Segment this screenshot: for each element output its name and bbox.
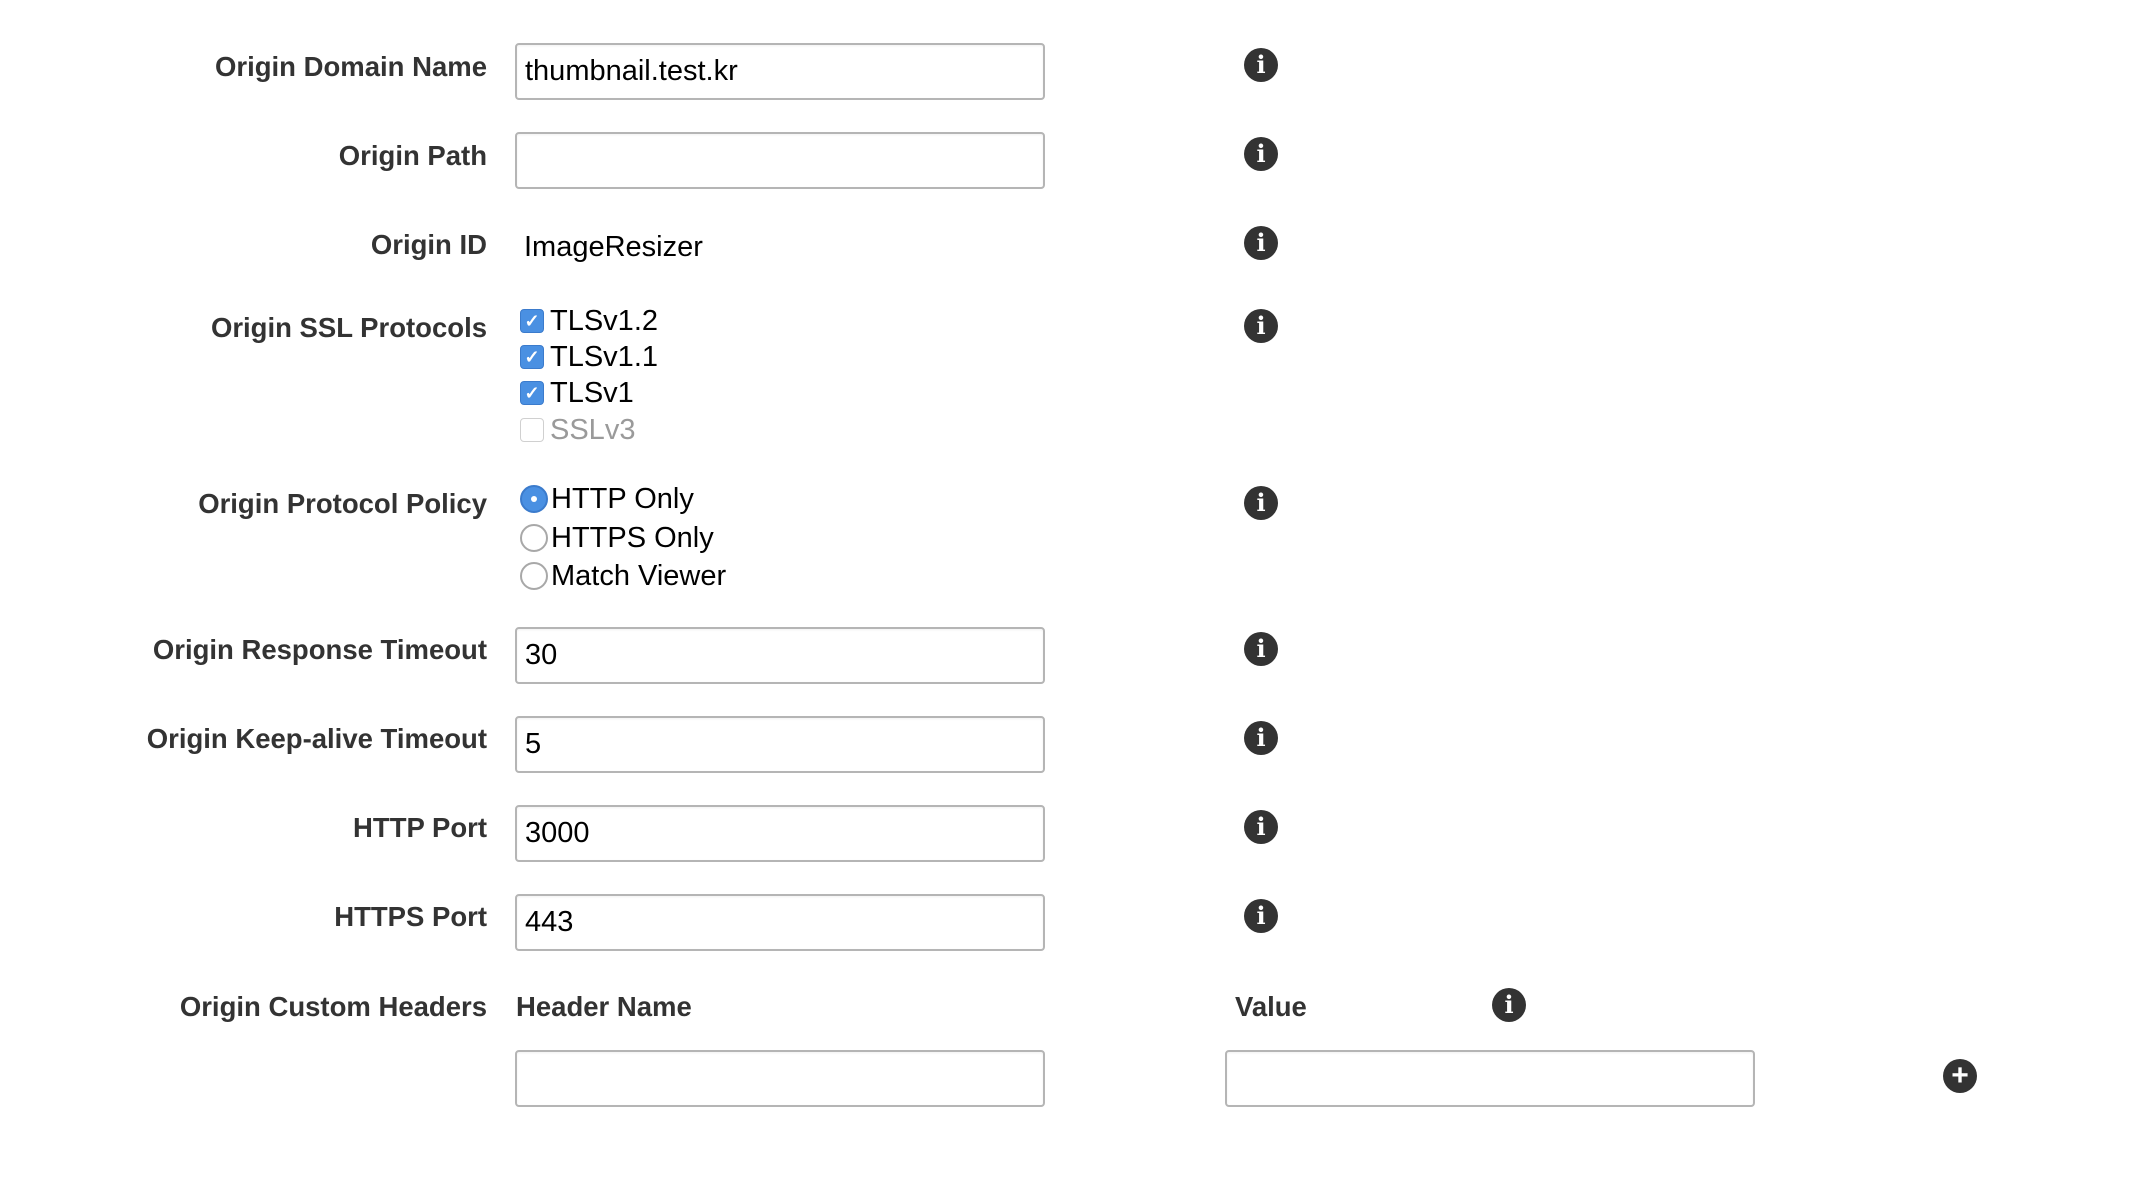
ssl-option-tlsv1[interactable]: ✓ TLSv1 <box>520 376 634 410</box>
origin-path-label: Origin Path <box>338 140 487 171</box>
checkbox-tlsv1-2[interactable]: ✓ <box>520 309 544 333</box>
custom-header-name-input[interactable] <box>515 1050 1045 1107</box>
radio-http-only[interactable] <box>520 485 548 513</box>
origin-response-timeout-input[interactable] <box>515 627 1045 684</box>
info-icon[interactable]: i <box>1244 226 1278 260</box>
policy-option-https-only[interactable]: HTTPS Only <box>520 521 714 555</box>
info-icon[interactable]: i <box>1244 810 1278 844</box>
info-icon[interactable]: i <box>1244 309 1278 343</box>
origin-keepalive-timeout-input[interactable] <box>515 716 1045 773</box>
origin-path-input[interactable] <box>515 132 1045 189</box>
origin-response-timeout-label: Origin Response Timeout <box>152 634 487 665</box>
https-port-input[interactable] <box>515 894 1045 951</box>
ssl-option-tlsv1-1[interactable]: ✓ TLSv1.1 <box>520 340 658 374</box>
origin-keepalive-timeout-label: Origin Keep-alive Timeout <box>146 723 487 754</box>
policy-option-label: HTTP Only <box>551 483 694 515</box>
ssl-option-tlsv1-2[interactable]: ✓ TLSv1.2 <box>520 304 658 338</box>
info-icon[interactable]: i <box>1244 48 1278 82</box>
ssl-option-label: TLSv1.2 <box>550 305 658 337</box>
origin-protocol-policy-label: Origin Protocol Policy <box>198 488 487 519</box>
https-port-label: HTTPS Port <box>334 901 487 932</box>
info-icon[interactable]: i <box>1244 137 1278 171</box>
value-column-heading: Value <box>1235 991 1307 1022</box>
origin-domain-name-input[interactable] <box>515 43 1045 100</box>
info-icon[interactable]: i <box>1244 721 1278 755</box>
info-icon[interactable]: i <box>1244 632 1278 666</box>
origin-custom-headers-label: Origin Custom Headers <box>179 991 487 1022</box>
radio-match-viewer[interactable] <box>520 562 548 590</box>
ssl-option-label: TLSv1 <box>550 377 634 409</box>
origin-ssl-protocols-label: Origin SSL Protocols <box>210 312 487 343</box>
http-port-input[interactable] <box>515 805 1045 862</box>
policy-option-http-only[interactable]: HTTP Only <box>520 482 694 516</box>
custom-header-value-input[interactable] <box>1225 1050 1755 1107</box>
checkbox-tlsv1-1[interactable]: ✓ <box>520 345 544 369</box>
ssl-option-sslv3: SSLv3 <box>520 413 635 447</box>
ssl-option-label: SSLv3 <box>550 414 636 446</box>
checkbox-sslv3 <box>520 418 544 442</box>
http-port-label: HTTP Port <box>353 812 487 843</box>
origin-id-label: Origin ID <box>370 229 487 260</box>
origin-domain-name-label: Origin Domain Name <box>215 51 487 82</box>
info-icon[interactable]: i <box>1244 899 1278 933</box>
policy-option-label: Match Viewer <box>551 560 727 592</box>
ssl-option-label: TLSv1.1 <box>550 341 658 373</box>
policy-option-match-viewer[interactable]: Match Viewer <box>520 559 726 593</box>
checkbox-tlsv1[interactable]: ✓ <box>520 381 544 405</box>
origin-id-value: ImageResizer <box>524 231 703 263</box>
info-icon[interactable]: i <box>1244 486 1278 520</box>
add-header-plus-circle-icon[interactable]: + <box>1943 1059 1977 1093</box>
header-name-column-heading: Header Name <box>516 991 692 1022</box>
info-icon[interactable]: i <box>1492 988 1526 1022</box>
policy-option-label: HTTPS Only <box>551 522 714 554</box>
radio-https-only[interactable] <box>520 524 548 552</box>
